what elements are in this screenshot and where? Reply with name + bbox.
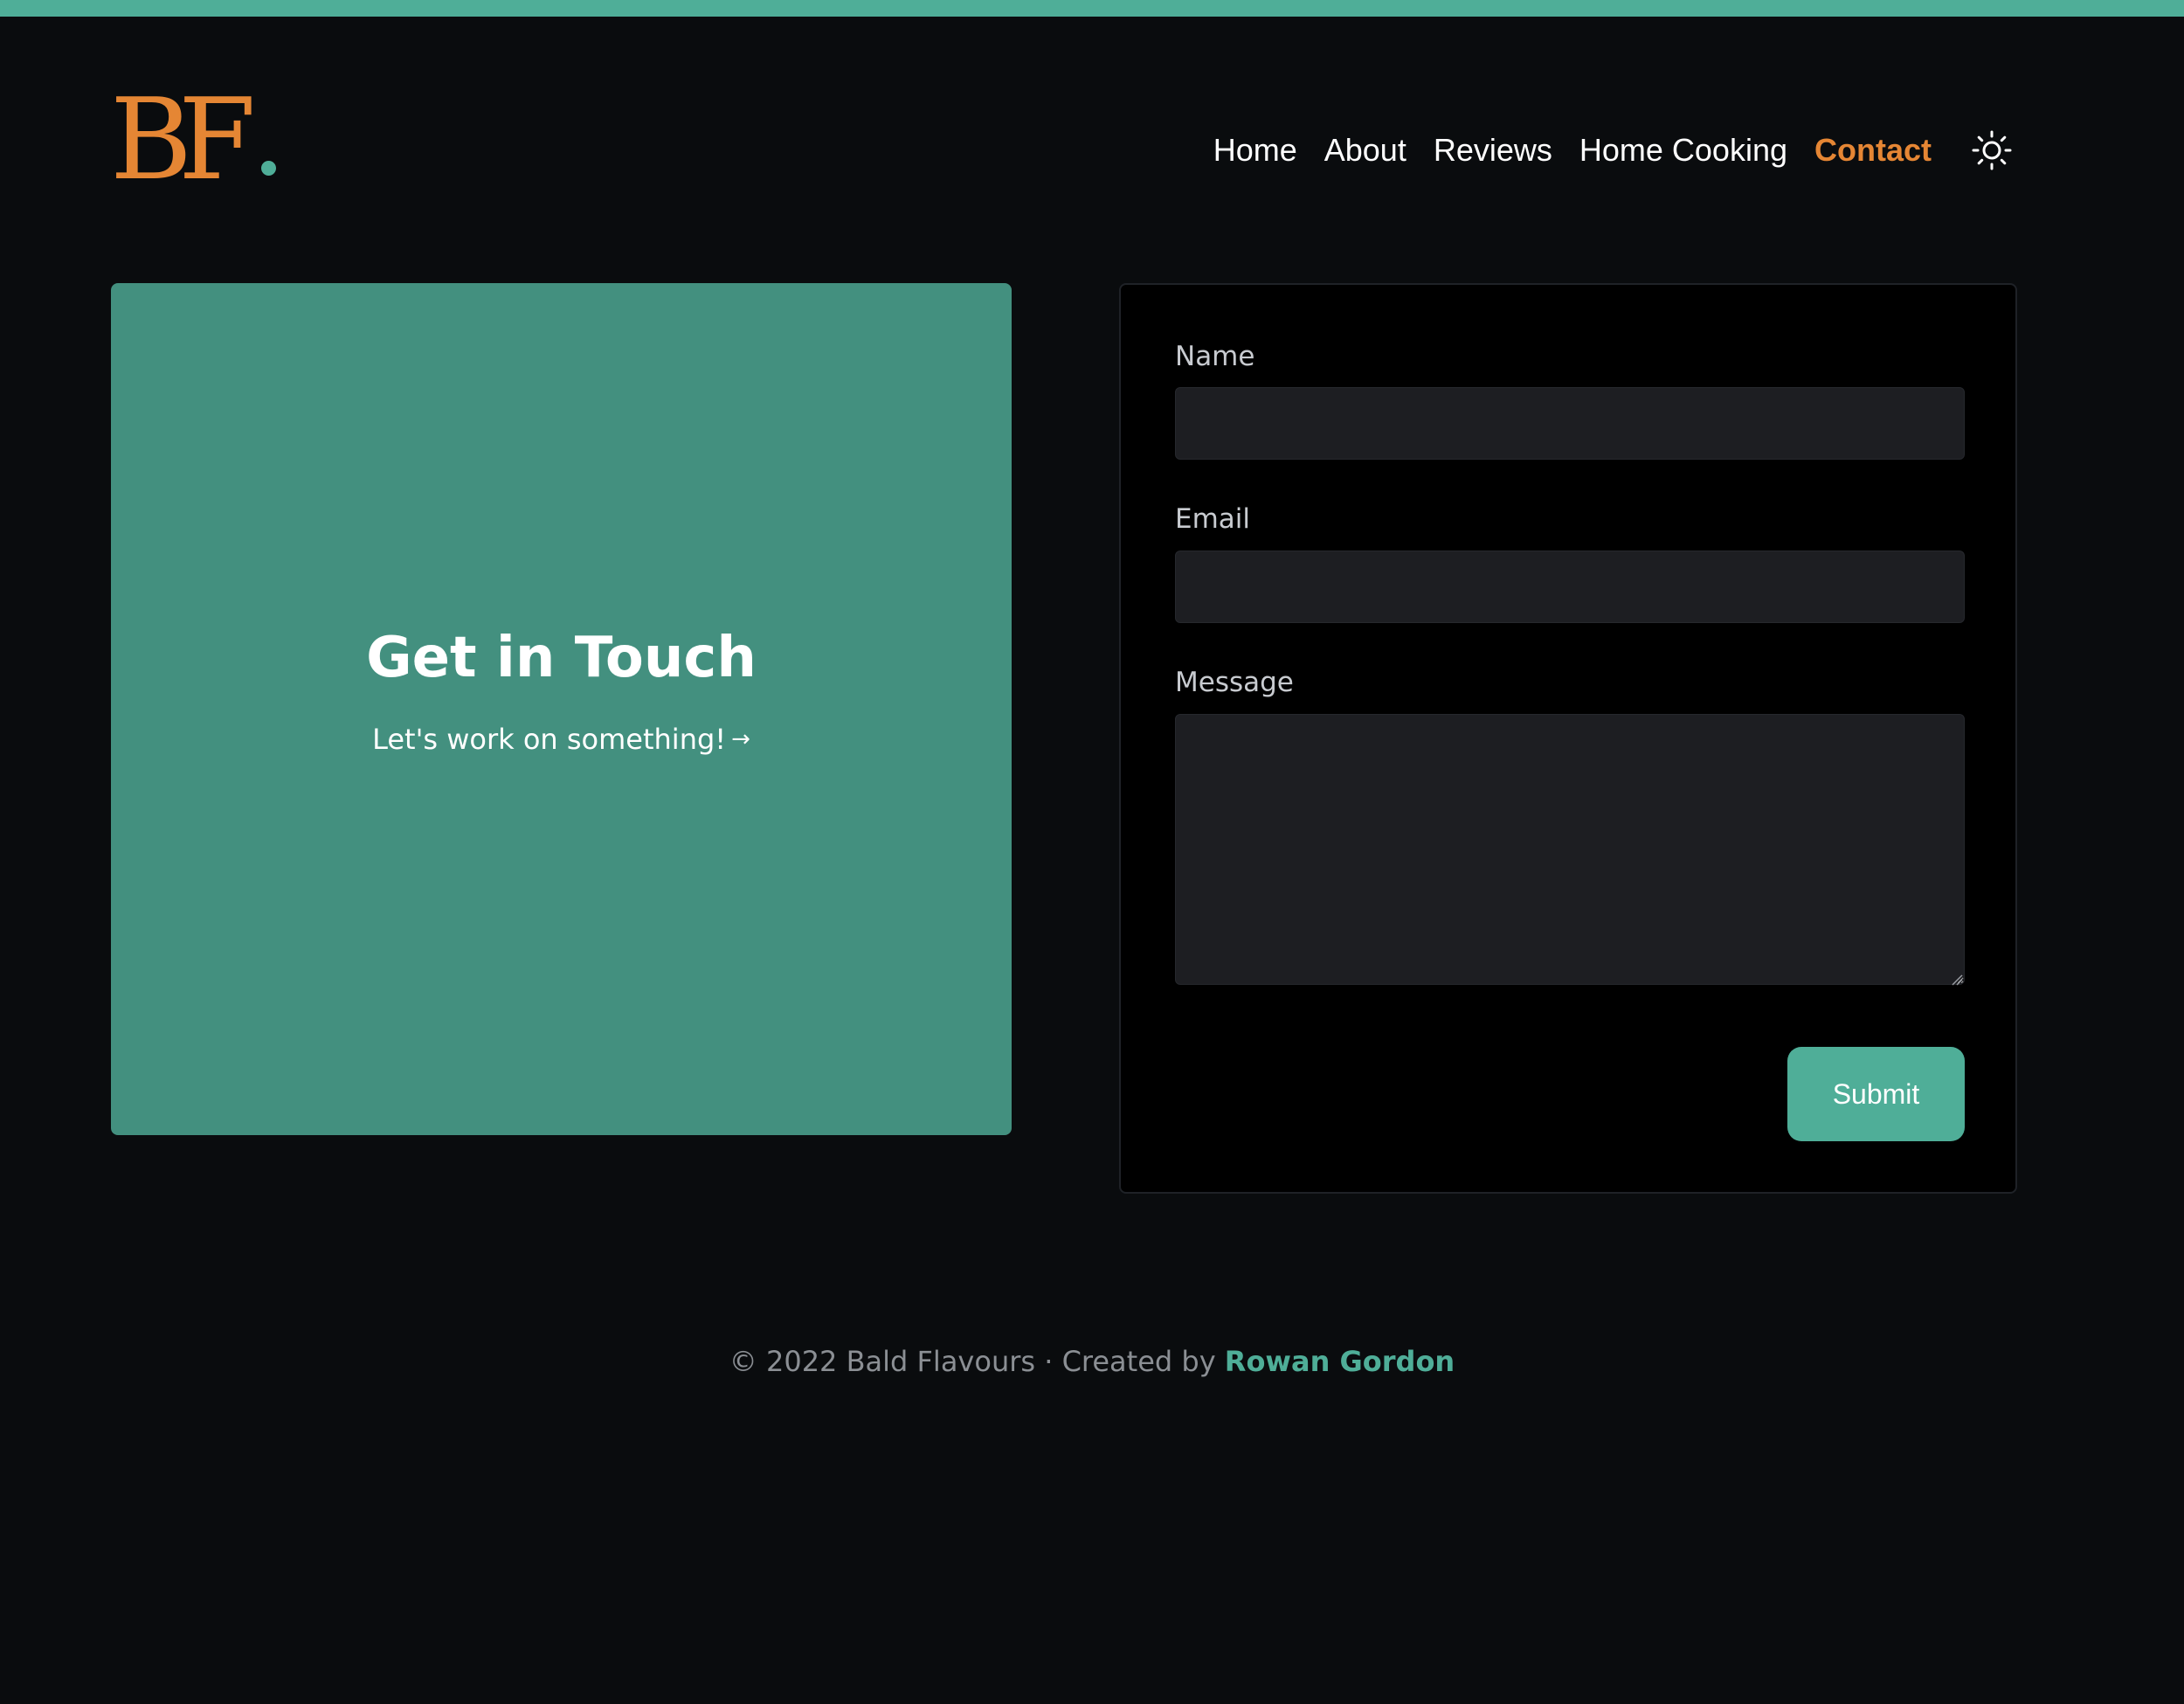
email-input[interactable]	[1175, 551, 1965, 623]
logo-text: BF	[110, 75, 256, 205]
message-textarea[interactable]	[1175, 714, 1965, 985]
resize-grip-icon[interactable]	[1951, 973, 1963, 986]
nav-link-reviews[interactable]: Reviews	[1434, 124, 1552, 177]
sun-icon	[1972, 130, 2012, 170]
arrow-right-icon: →	[731, 725, 750, 752]
hero-cta-link[interactable]: Let's work on something! →	[372, 723, 750, 756]
nav-link-contact[interactable]: Contact	[1814, 124, 1932, 177]
hero-cta-text: Let's work on something!	[372, 722, 727, 756]
nav-link-home-cooking[interactable]: Home Cooking	[1579, 124, 1787, 177]
nav-link-about[interactable]: About	[1324, 124, 1406, 177]
top-accent-stripe	[0, 0, 2184, 17]
footer-author-link[interactable]: Rowan Gordon	[1225, 1345, 1455, 1378]
footer-copyright: © 2022 Bald Flavours · Created by	[729, 1345, 1216, 1378]
message-label: Message	[1175, 667, 1294, 698]
site-logo[interactable]: BF	[110, 84, 276, 197]
logo-dot	[260, 161, 276, 176]
name-label: Name	[1175, 341, 1255, 372]
name-input[interactable]	[1175, 387, 1965, 460]
main-nav: Home About Reviews Home Cooking Contact	[1213, 124, 2018, 177]
get-in-touch-card: Get in Touch Let's work on something! →	[111, 283, 1012, 1135]
submit-button[interactable]: Submit	[1787, 1047, 1965, 1141]
contact-form: Name Email Message Submit	[1119, 283, 2017, 1194]
theme-toggle-button[interactable]	[1966, 124, 2018, 177]
footer: © 2022 Bald Flavours · Created by Rowan …	[0, 1342, 2184, 1381]
nav-link-home[interactable]: Home	[1213, 124, 1297, 177]
email-label: Email	[1175, 503, 1251, 535]
hero-title: Get in Touch	[366, 625, 757, 690]
